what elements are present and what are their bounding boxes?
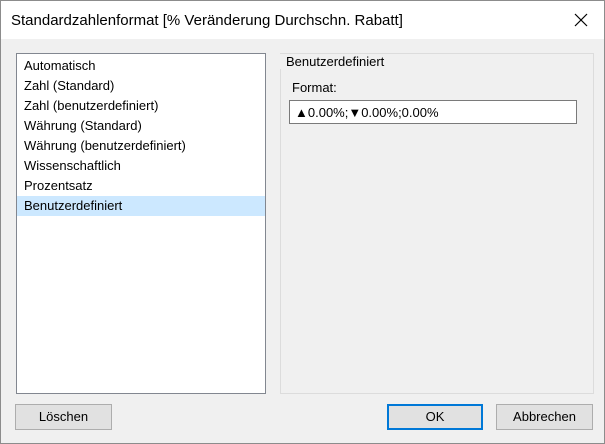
format-input[interactable] — [289, 100, 577, 124]
title-bar: Standardzahlenformat [% Veränderung Durc… — [1, 1, 604, 39]
ok-button[interactable]: OK — [387, 404, 483, 430]
format-type-list[interactable]: Automatisch Zahl (Standard) Zahl (benutz… — [16, 53, 266, 394]
close-button[interactable] — [564, 3, 598, 37]
dialog-title: Standardzahlenformat [% Veränderung Durc… — [11, 12, 403, 29]
list-item-waehrung-standard[interactable]: Währung (Standard) — [17, 116, 265, 136]
list-item-benutzerdefiniert[interactable]: Benutzerdefiniert — [17, 196, 265, 216]
clear-button[interactable]: Löschen — [15, 404, 112, 430]
list-item-waehrung-benutzerdefiniert[interactable]: Währung (benutzerdefiniert) — [17, 136, 265, 156]
list-item-automatisch[interactable]: Automatisch — [17, 56, 265, 76]
cancel-button[interactable]: Abbrechen — [496, 404, 593, 430]
list-item-zahl-benutzerdefiniert[interactable]: Zahl (benutzerdefiniert) — [17, 96, 265, 116]
list-item-zahl-standard[interactable]: Zahl (Standard) — [17, 76, 265, 96]
format-dialog: Standardzahlenformat [% Veränderung Durc… — [0, 0, 605, 444]
close-icon — [574, 13, 588, 27]
list-item-wissenschaftlich[interactable]: Wissenschaftlich — [17, 156, 265, 176]
group-label: Benutzerdefiniert — [280, 54, 389, 69]
list-item-prozentsatz[interactable]: Prozentsatz — [17, 176, 265, 196]
format-label: Format: — [292, 80, 337, 95]
